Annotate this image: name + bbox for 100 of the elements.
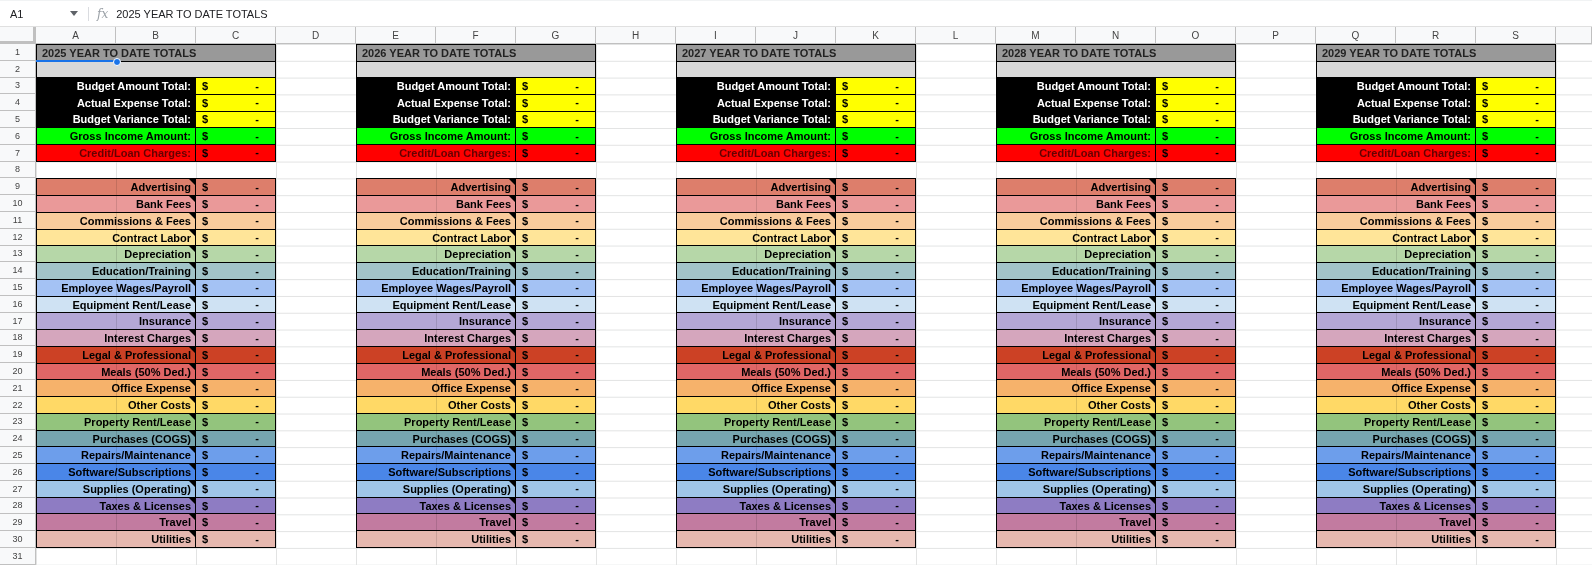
- column-header[interactable]: J: [756, 27, 836, 44]
- currency-symbol: $: [1482, 146, 1489, 159]
- currency-symbol: $: [202, 130, 209, 143]
- cell-reference[interactable]: A1: [10, 7, 66, 20]
- currency-symbol: $: [1162, 198, 1169, 210]
- amount-value: -: [1215, 147, 1219, 159]
- currency-symbol: $: [1162, 482, 1169, 495]
- currency-symbol: $: [842, 516, 849, 529]
- currency-symbol: $: [842, 466, 849, 478]
- column-header[interactable]: E: [356, 27, 436, 44]
- category-label: Education/Training: [37, 263, 196, 279]
- currency-symbol: $: [1162, 214, 1169, 227]
- caret-icon[interactable]: [70, 11, 78, 16]
- amount-value: -: [895, 483, 899, 495]
- summary-label: Gross Income Amount:: [1317, 128, 1476, 144]
- row-number[interactable]: 9: [0, 178, 36, 196]
- column-header[interactable]: M: [996, 27, 1076, 44]
- column-header[interactable]: H: [596, 27, 676, 44]
- amount-value: -: [1215, 80, 1219, 92]
- row-number[interactable]: 20: [0, 363, 36, 380]
- amount-value: -: [1535, 466, 1539, 478]
- column-header[interactable]: K: [836, 27, 916, 44]
- category-label: Travel: [357, 514, 516, 531]
- currency-symbol: $: [202, 449, 209, 462]
- currency-symbol: $: [522, 113, 529, 126]
- amount-value: -: [1215, 282, 1219, 294]
- column-header[interactable]: Q: [1316, 27, 1396, 44]
- column-header[interactable]: O: [1156, 27, 1236, 44]
- amount-value: -: [1215, 500, 1219, 511]
- row-number[interactable]: 1: [0, 44, 36, 61]
- currency-symbol: $: [202, 281, 209, 294]
- currency-symbol: $: [842, 146, 849, 159]
- row-number[interactable]: 15: [0, 279, 36, 296]
- currency-symbol: $: [1162, 516, 1169, 529]
- amount-value: -: [895, 130, 899, 142]
- row-number[interactable]: 10: [0, 195, 36, 212]
- column-header[interactable]: N: [1076, 27, 1156, 44]
- currency-symbol: $: [202, 499, 209, 512]
- category-label: Supplies (Operating): [37, 480, 196, 497]
- amount-value: -: [1215, 483, 1219, 495]
- category-label: Meals (50% Ded.): [997, 363, 1156, 380]
- currency-symbol: $: [1162, 281, 1169, 294]
- category-label: Other Costs: [677, 397, 836, 413]
- amount-value: -: [255, 416, 259, 428]
- category-label: Depreciation: [1317, 246, 1476, 263]
- fill-handle[interactable]: [113, 57, 121, 66]
- column-header[interactable]: B: [116, 27, 196, 44]
- amount-value: -: [1535, 299, 1539, 310]
- category-label: Utilities: [677, 531, 836, 547]
- column-header[interactable]: F: [436, 27, 516, 44]
- currency-symbol: $: [1162, 348, 1169, 361]
- amount-value: -: [255, 433, 259, 444]
- amount-value: -: [895, 147, 899, 159]
- category-label: Depreciation: [37, 246, 196, 263]
- currency-symbol: $: [522, 415, 529, 428]
- category-label: Travel: [677, 514, 836, 531]
- row-number[interactable]: 5: [0, 111, 36, 128]
- category-label: Commissions & Fees: [357, 212, 516, 229]
- block-title: 2026 YEAR TO DATE TOTALS: [357, 45, 595, 62]
- column-header[interactable]: I: [676, 27, 756, 44]
- amount-value: -: [1535, 181, 1539, 193]
- column-header[interactable]: R: [1396, 27, 1476, 44]
- formula-input[interactable]: 2025 YEAR TO DATE TOTALS: [116, 7, 268, 20]
- currency-symbol: $: [522, 130, 529, 143]
- column-header[interactable]: S: [1476, 27, 1556, 44]
- amount-value: -: [1215, 215, 1219, 227]
- amount-value: -: [575, 130, 579, 142]
- row-number[interactable]: 25: [0, 447, 36, 464]
- category-label: Employee Wages/Payroll: [1317, 279, 1476, 296]
- category-label: Utilities: [1317, 531, 1476, 547]
- currency-symbol: $: [1482, 315, 1489, 328]
- row-number[interactable]: 30: [0, 531, 36, 548]
- amount-value: -: [1215, 181, 1219, 193]
- amount-value: -: [1535, 113, 1539, 125]
- row-number[interactable]: 24: [0, 430, 36, 448]
- amount-value: -: [1535, 248, 1539, 260]
- category-label: Legal & Professional: [357, 346, 516, 363]
- category-label: Depreciation: [997, 246, 1156, 263]
- amount-value: -: [255, 533, 259, 545]
- row-number[interactable]: 14: [0, 262, 36, 280]
- summary-label: Gross Income Amount:: [357, 128, 516, 144]
- amount-value: -: [1215, 97, 1219, 109]
- currency-symbol: $: [842, 198, 849, 210]
- category-label: Other Costs: [1317, 397, 1476, 413]
- category-label: Property Rent/Lease: [677, 413, 836, 430]
- amount-value: -: [575, 248, 579, 260]
- column-header[interactable]: D: [276, 27, 356, 44]
- column-header[interactable]: G: [516, 27, 596, 44]
- category-label: Repairs/Maintenance: [997, 447, 1156, 464]
- row-number[interactable]: 19: [0, 346, 36, 364]
- category-label: Office Expense: [997, 380, 1156, 397]
- column-header[interactable]: L: [916, 27, 996, 44]
- row-number[interactable]: 4: [0, 94, 36, 112]
- row-number[interactable]: 29: [0, 514, 36, 532]
- column-header[interactable]: P: [1236, 27, 1316, 44]
- category-label: Employee Wages/Payroll: [37, 279, 196, 296]
- column-header[interactable]: C: [196, 27, 276, 44]
- category-label: Education/Training: [1317, 263, 1476, 279]
- column-header[interactable]: A: [36, 27, 116, 44]
- category-label: Repairs/Maintenance: [677, 447, 836, 464]
